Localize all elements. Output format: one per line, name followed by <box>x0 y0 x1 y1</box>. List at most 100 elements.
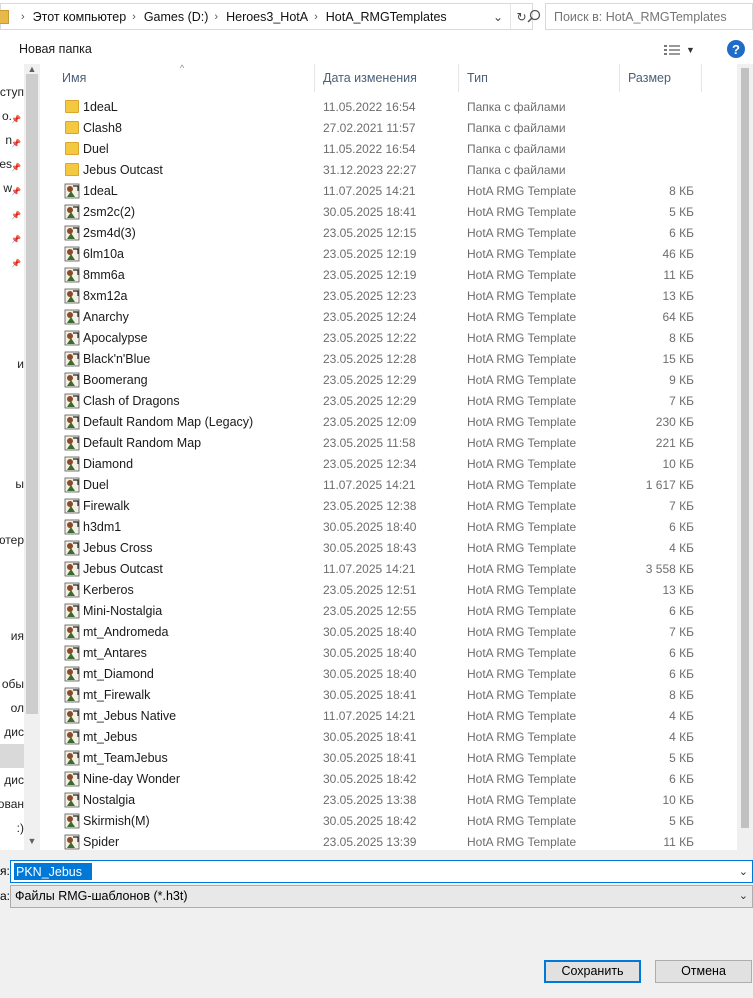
new-folder-button[interactable]: Новая папка <box>19 42 92 56</box>
cancel-button[interactable]: Отмена <box>655 960 752 983</box>
view-options-button[interactable]: ▼ <box>664 42 708 58</box>
nav-item[interactable]: и <box>0 354 24 374</box>
file-row[interactable]: 8mm6a 23.05.2025 12:19 HotA RMG Template 11… <box>40 264 740 285</box>
save-button[interactable]: Сохранить <box>544 960 641 983</box>
nav-item[interactable]: ол <box>0 698 24 718</box>
address-bar[interactable]: › Этот компьютер › Games (D:) › Heroes3_… <box>0 3 533 30</box>
file-date: 30.05.2025 18:40 <box>323 666 417 681</box>
column-header-name[interactable]: ^ Имя <box>40 63 315 92</box>
file-row[interactable]: mt_Antares 30.05.2025 18:40 HotA RMG Templ… <box>40 642 740 663</box>
file-row[interactable]: Black'n'Blue 23.05.2025 12:28 HotA RMG Tem… <box>40 348 740 369</box>
nav-item[interactable]: n 📌 <box>0 130 24 150</box>
scroll-up-icon[interactable]: ▲ <box>27 64 37 74</box>
column-header-date[interactable]: Дата изменения <box>315 64 459 92</box>
file-row[interactable]: Jebus Outcast 11.07.2025 14:21 HotA RMG Te… <box>40 558 740 579</box>
nav-item[interactable]: 📌 <box>0 202 24 222</box>
file-name: Default Random Map (Legacy) <box>83 414 254 429</box>
nav-item[interactable]: ы <box>0 474 24 494</box>
breadcrumb-heroes3[interactable]: Heroes3_HotA <box>226 10 308 24</box>
nav-item[interactable]: ован <box>0 794 24 814</box>
search-box[interactable] <box>545 3 753 30</box>
file-row[interactable]: Nostalgia 23.05.2025 13:38 HotA RMG Templa… <box>40 789 740 810</box>
file-type: HotA RMG Template <box>467 624 577 639</box>
file-row[interactable]: Spider 23.05.2025 13:39 HotA RMG Template 1… <box>40 831 740 852</box>
filename-field[interactable]: ⌄ <box>10 860 753 883</box>
nav-item[interactable]: дис <box>0 770 24 790</box>
chevron-right-icon[interactable]: › <box>21 11 25 23</box>
nav-item[interactable]: w 📌 <box>0 178 24 198</box>
file-date: 30.05.2025 18:40 <box>323 519 417 534</box>
file-row[interactable]: Default Random Map 23.05.2025 11:58 HotA R… <box>40 432 740 453</box>
file-row[interactable]: h3dm1 30.05.2025 18:40 HotA RMG Template 6 … <box>40 516 740 537</box>
file-row[interactable]: Default Random Map (Legacy) 23.05.2025 12… <box>40 411 740 432</box>
chevron-right-icon[interactable]: › <box>214 11 218 23</box>
nav-item[interactable]: о. 📌 <box>0 106 24 126</box>
search-input[interactable] <box>554 9 734 24</box>
file-row[interactable]: Jebus Cross 30.05.2025 18:43 HotA RMG Temp… <box>40 537 740 558</box>
chevron-right-icon[interactable]: › <box>132 11 136 23</box>
file-row[interactable]: mt_Andromeda 30.05.2025 18:40 HotA RMG Tem… <box>40 621 740 642</box>
file-name: Diamond <box>83 456 134 471</box>
file-row[interactable]: Kerberos 23.05.2025 12:51 HotA RMG Templat… <box>40 579 740 600</box>
breadcrumb-this-pc[interactable]: Этот компьютер <box>33 10 126 24</box>
history-dropdown-icon[interactable]: ⌄ <box>487 4 509 29</box>
help-icon[interactable]: ? <box>727 40 745 58</box>
breadcrumb-drive[interactable]: Games (D:) <box>144 10 209 24</box>
nav-item[interactable]: ия <box>0 626 24 646</box>
file-row[interactable]: Jebus Outcast 31.12.2023 22:27 Папка с фай… <box>40 159 740 180</box>
chevron-down-icon[interactable]: ⌄ <box>739 886 748 907</box>
nav-item[interactable]: дис <box>0 722 24 742</box>
breadcrumb-templates[interactable]: HotA_RMGTemplates <box>326 10 447 24</box>
file-row[interactable]: 8xm12a 23.05.2025 12:23 HotA RMG Template 1… <box>40 285 740 306</box>
nav-item[interactable]: 📌 <box>0 226 24 246</box>
rmg-template-icon <box>64 792 80 808</box>
chevron-down-icon[interactable]: ⌄ <box>739 865 748 878</box>
file-row[interactable]: Duel 11.05.2022 16:54 Папка с файлами <box>40 138 740 159</box>
nav-item[interactable]: ютер <box>0 530 24 550</box>
file-list-scrollbar-thumb[interactable] <box>741 68 749 828</box>
nav-scrollbar-thumb[interactable] <box>26 74 38 714</box>
file-row[interactable]: Anarchy 23.05.2025 12:24 HotA RMG Template… <box>40 306 740 327</box>
column-header-type[interactable]: Тип <box>459 64 620 92</box>
file-row[interactable]: Diamond 23.05.2025 12:34 HotA RMG Template… <box>40 453 740 474</box>
file-row[interactable]: mt_Jebus Native 11.07.2025 14:21 HotA RMG … <box>40 705 740 726</box>
file-row[interactable]: Skirmish(M) 30.05.2025 18:42 HotA RMG Temp… <box>40 810 740 831</box>
file-row[interactable]: Clash of Dragons 23.05.2025 12:29 HotA RMG… <box>40 390 740 411</box>
chevron-right-icon[interactable]: › <box>314 11 318 23</box>
nav-item[interactable]: :) <box>0 818 24 838</box>
nav-item[interactable]: обы <box>0 674 24 694</box>
file-row[interactable]: mt_Firewalk 30.05.2025 18:41 HotA RMG Temp… <box>40 684 740 705</box>
filetype-select[interactable]: Файлы RMG-шаблонов (*.h3t) ⌄ <box>10 885 753 908</box>
file-row[interactable]: 2sm2c(2) 30.05.2025 18:41 HotA RMG Templat… <box>40 201 740 222</box>
file-row[interactable]: Boomerang 23.05.2025 12:29 HotA RMG Templa… <box>40 369 740 390</box>
file-row[interactable]: 1deaL 11.07.2025 14:21 HotA RMG Template 8 … <box>40 180 740 201</box>
nav-item[interactable]: 📌 <box>0 250 24 270</box>
file-type: Папка с файлами <box>467 120 566 135</box>
file-row[interactable]: Mini-Nostalgia 23.05.2025 12:55 HotA RMG T… <box>40 600 740 621</box>
file-type: HotA RMG Template <box>467 435 577 450</box>
file-row[interactable]: mt_Jebus 30.05.2025 18:41 HotA RMG Templat… <box>40 726 740 747</box>
file-name: mt_Diamond <box>83 666 154 681</box>
file-row[interactable]: 1deaL 11.05.2022 16:54 Папка с файлами <box>40 96 740 117</box>
nav-item-label: обы <box>1 677 24 691</box>
file-row[interactable]: Duel 11.07.2025 14:21 HotA RMG Template 1 6… <box>40 474 740 495</box>
file-row[interactable]: mt_Diamond 30.05.2025 18:40 HotA RMG Templ… <box>40 663 740 684</box>
file-size: 4 КБ <box>669 729 694 744</box>
file-row[interactable]: Apocalypse 23.05.2025 12:22 HotA RMG Templ… <box>40 327 740 348</box>
nav-item[interactable]: ступ <box>0 82 24 102</box>
file-row[interactable]: mt_TeamJebus 30.05.2025 18:41 HotA RMG Tem… <box>40 747 740 768</box>
file-row[interactable]: 6lm10a 23.05.2025 12:19 HotA RMG Template 4… <box>40 243 740 264</box>
filetype-label: а: <box>0 889 11 903</box>
scroll-down-icon[interactable]: ▼ <box>27 836 37 846</box>
column-header-size[interactable]: Размер <box>620 64 702 92</box>
nav-item[interactable]: es 📌 <box>0 154 24 174</box>
nav-scrollbar[interactable]: ▲ ▼ <box>24 64 40 850</box>
file-row[interactable]: Firewalk 23.05.2025 12:38 HotA RMG Templat… <box>40 495 740 516</box>
file-row[interactable]: 2sm4d(3) 23.05.2025 12:15 HotA RMG Templat… <box>40 222 740 243</box>
file-row[interactable]: Nine-day Wonder 30.05.2025 18:42 HotA RMG … <box>40 768 740 789</box>
filename-input[interactable] <box>14 863 92 880</box>
folder-icon <box>0 9 9 24</box>
file-type: HotA RMG Template <box>467 582 577 597</box>
file-row[interactable]: Clash8 27.02.2021 11:57 Папка с файлами <box>40 117 740 138</box>
file-list-scrollbar[interactable] <box>737 64 753 850</box>
